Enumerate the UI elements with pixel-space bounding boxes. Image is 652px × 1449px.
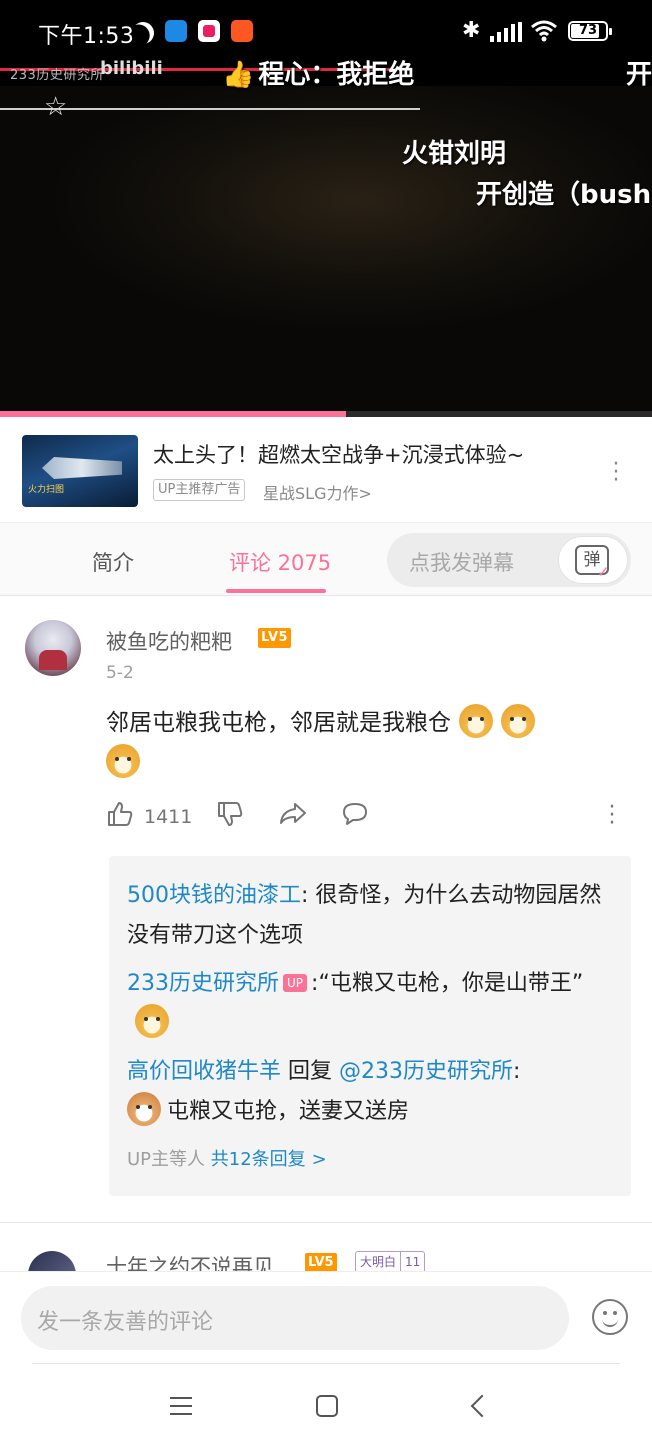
recent-apps-icon[interactable] <box>170 1397 192 1415</box>
comment-username[interactable]: 十年之约不说再见 <box>106 1251 274 1271</box>
like-icon[interactable] <box>106 800 134 828</box>
view-more-replies-link[interactable]: UP主等人 共12条回复 > <box>127 1145 327 1171</box>
battery-icon: 73 <box>568 21 612 41</box>
bilibili-logo: bilibili <box>100 58 163 79</box>
spaceship-image <box>42 457 122 479</box>
danmaku-comment: 开 <box>626 60 652 90</box>
danmaku-toggle-button[interactable]: 弹 ✓ <box>558 536 628 584</box>
comment-input-placeholder: 发一条友善的评论 <box>37 1310 214 1335</box>
nav-divider <box>32 1363 620 1364</box>
avatar[interactable] <box>28 1251 76 1271</box>
avatar[interactable] <box>25 620 81 676</box>
emoji-icon[interactable] <box>592 1299 628 1335</box>
wifi-icon <box>531 20 557 42</box>
doge-emoji-icon <box>106 744 140 778</box>
more-options-icon[interactable]: · · · <box>604 454 628 492</box>
sponsored-ad-card[interactable]: 火力扫图 太上头了！超燃太空战争+沉浸式体验~ UP主推荐广告 星战SLG力作>… <box>0 417 652 523</box>
more-options-icon[interactable]: · · · <box>606 797 618 835</box>
comment-username[interactable]: 被鱼吃的粑粑 <box>106 626 232 656</box>
ad-subtitle-link[interactable]: 星战SLG力作> <box>263 480 372 504</box>
danmaku-comment: 👍 程心：我拒绝 <box>222 60 415 90</box>
reply-username[interactable]: 高价回收猪牛羊 <box>127 1059 281 1084</box>
bluetooth-icon: ✱ <box>462 18 481 43</box>
active-tab-indicator <box>226 589 326 593</box>
notification-app-icon <box>231 20 253 42</box>
reply-item[interactable]: 500块钱的油漆工: 很奇怪，为什么去动物园居然没有带刀这个选项 <box>127 876 613 956</box>
reply-item[interactable]: 高价回收猪牛羊 回复 @233历史研究所: 屯粮又屯抢，送妻又送房 <box>127 1052 613 1132</box>
ad-thumbnail-caption: 火力扫图 <box>28 485 65 495</box>
reply-text: 屯粮又屯抢，送妻又送房 <box>167 1099 410 1124</box>
doge-emoji-icon <box>135 1004 169 1038</box>
doge-emoji-icon <box>501 704 535 738</box>
star-icon: ☆ <box>44 92 68 122</box>
reply-username[interactable]: 500块钱的油漆工 <box>127 883 301 908</box>
up-badge: UP <box>283 974 308 992</box>
system-navigation-bar <box>0 1363 652 1449</box>
danmaku-input[interactable]: 点我发弹幕 弹 ✓ <box>387 533 631 587</box>
comment-text: 邻居屯粮我屯枪，邻居就是我粮仓 <box>106 703 606 783</box>
like-count: 1411 <box>144 806 193 828</box>
status-time: 下午1:53 <box>38 24 135 49</box>
tab-comments[interactable]: 评论 2075 <box>229 547 331 577</box>
ad-title[interactable]: 太上头了！超燃太空战争+沉浸式体验~ <box>153 439 524 469</box>
level-badge: LV5 <box>305 1253 337 1271</box>
reply-mention[interactable]: @233历史研究所 <box>339 1059 513 1084</box>
share-icon[interactable] <box>278 800 308 828</box>
video-tabs: 简介 评论 2075 点我发弹幕 弹 ✓ <box>0 523 652 596</box>
reply-username[interactable]: 233历史研究所 <box>127 971 279 996</box>
danmaku-comment: 开创造（bush <box>476 180 652 210</box>
danmaku-comment: 火钳刘明 <box>402 139 507 169</box>
comment-item: 被鱼吃的粑粑 LV5 5-2 邻居屯粮我屯枪，邻居就是我粮仓 1411 · · · … <box>0 597 652 1222</box>
thumbs-up-icon: 👍 <box>222 60 255 90</box>
comment-input[interactable]: 发一条友善的评论 <box>21 1286 569 1350</box>
comment-compose-bar: 发一条友善的评论 <box>0 1271 652 1363</box>
video-watermark: 233历史研究所 <box>10 68 104 83</box>
comment-item: 十年之约不说再见 LV5 大明白 11 <box>0 1223 652 1271</box>
video-player[interactable]: 下午1:53 ✱ 73 233历史研究所 bilibili 👍 程心：我拒绝 开 … <box>0 0 652 417</box>
home-icon[interactable] <box>316 1395 338 1417</box>
reply-count: 共12条回复 <box>210 1149 306 1170</box>
comment-actions: 1411 · · · <box>106 797 626 835</box>
cat-emoji-icon <box>127 1092 161 1126</box>
doge-emoji-icon <box>459 704 493 738</box>
ad-badge: UP主推荐广告 <box>153 479 246 501</box>
comment-body: 邻居屯粮我屯枪，邻居就是我粮仓 <box>106 710 451 736</box>
reply-text: “屯粮又屯枪，你是山带王” <box>318 971 584 996</box>
back-icon[interactable] <box>470 1393 486 1419</box>
comment-date: 5-2 <box>106 663 134 683</box>
danmaku-input-placeholder: 点我发弹幕 <box>409 551 514 575</box>
reply-icon[interactable] <box>340 800 370 828</box>
fan-medal-badge: 大明白 11 <box>355 1251 426 1271</box>
status-bar: 下午1:53 ✱ 73 <box>0 14 652 50</box>
notification-app-icon <box>165 20 187 42</box>
tab-intro[interactable]: 简介 <box>92 547 134 577</box>
notification-app-icon <box>198 20 220 42</box>
chevron-right-icon: > <box>311 1149 327 1170</box>
check-icon: ✓ <box>597 563 610 581</box>
reply-preview-box[interactable]: 500块钱的油漆工: 很奇怪，为什么去动物园居然没有带刀这个选项 233历史研究… <box>109 856 631 1196</box>
signal-icon <box>490 22 522 42</box>
level-badge: LV5 <box>258 628 292 648</box>
dislike-icon[interactable] <box>216 800 244 828</box>
reply-item[interactable]: 233历史研究所 UP:“屯粮又屯枪，你是山带王” <box>127 964 613 1044</box>
ad-thumbnail[interactable]: 火力扫图 <box>22 435 138 507</box>
reply-keyword: 回复 <box>288 1059 333 1084</box>
